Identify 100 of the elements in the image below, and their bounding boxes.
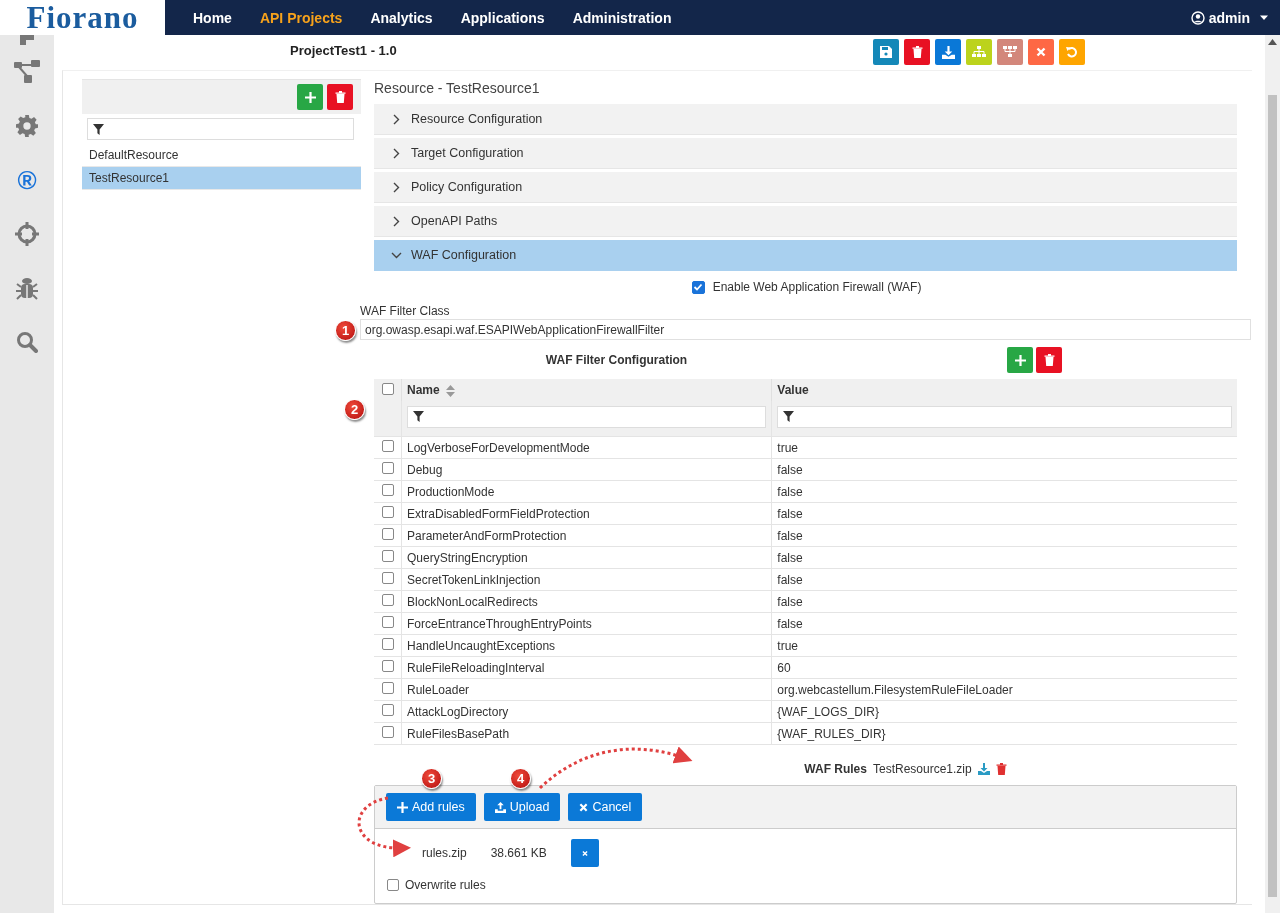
chevron-right-icon xyxy=(391,181,402,193)
row-checkbox[interactable] xyxy=(381,572,394,584)
resource-item[interactable]: TestResource1 xyxy=(82,167,361,190)
hierarchy-icon xyxy=(1003,46,1017,58)
filter-field[interactable] xyxy=(407,405,767,428)
table-cell: true xyxy=(771,634,1237,657)
row-checkbox[interactable] xyxy=(381,528,394,540)
hierarchy-button[interactable] xyxy=(997,39,1023,65)
crosshair-icon xyxy=(15,222,39,246)
filter-class-field[interactable]: org.owasp.esapi.waf.ESAPIWebApplicationFirewallFilter xyxy=(360,319,1251,340)
nav-link[interactable]: API Projects xyxy=(245,9,357,26)
download-icon xyxy=(941,45,955,59)
table-cell: false xyxy=(771,524,1237,547)
accordion-header[interactable]: Policy Configuration xyxy=(374,172,1237,203)
select-all-checkbox[interactable] xyxy=(381,382,394,395)
close-button[interactable] xyxy=(1028,39,1054,65)
nav-link[interactable]: Administration xyxy=(558,9,686,26)
nav-link[interactable]: Applications xyxy=(446,9,559,26)
download-icon[interactable] xyxy=(977,763,990,775)
bug-icon xyxy=(16,276,38,300)
accordion-header[interactable]: OpenAPI Paths xyxy=(374,206,1237,237)
filter-field[interactable] xyxy=(87,118,354,140)
column-header[interactable]: Name xyxy=(401,379,772,401)
chevron-right-icon xyxy=(391,113,402,125)
table-cell: RuleLoader xyxy=(401,678,772,701)
table-cell: false xyxy=(771,546,1237,569)
delete-button[interactable] xyxy=(904,39,930,65)
callout-badge: 2 xyxy=(344,399,365,420)
filter-icon xyxy=(783,411,795,422)
overwrite-label: Overwrite rules xyxy=(405,878,486,892)
gear-icon xyxy=(16,115,38,137)
trash-icon xyxy=(1043,354,1055,366)
row-checkbox[interactable] xyxy=(381,660,394,672)
row-checkbox[interactable] xyxy=(381,594,394,606)
delete-button[interactable] xyxy=(1036,347,1062,373)
table-cell: 60 xyxy=(771,656,1237,679)
table-cell: false xyxy=(771,590,1237,613)
trash-icon[interactable] xyxy=(995,763,1007,775)
plus-icon xyxy=(304,91,316,103)
upload-button[interactable]: Upload xyxy=(483,793,561,821)
table-cell: ExtraDisabledFormFieldProtection xyxy=(401,502,772,525)
close-icon xyxy=(579,802,589,812)
row-checkbox[interactable] xyxy=(381,616,394,628)
plus-icon xyxy=(397,801,408,813)
scroll-up-arrow-icon[interactable] xyxy=(1268,39,1277,45)
plus-icon xyxy=(1014,354,1026,366)
callout-badge: 3 xyxy=(421,768,442,789)
waf-checkbox-label: Enable Web Application Firewall (WAF) xyxy=(712,280,922,294)
row-checkbox[interactable] xyxy=(381,704,394,716)
undo-button[interactable] xyxy=(1059,39,1085,65)
cancel-button[interactable]: Cancel xyxy=(568,793,643,821)
chevron-right-icon xyxy=(391,147,402,159)
table-cell: RuleFileReloadingInterval xyxy=(401,656,772,679)
field-label: WAF Filter Class xyxy=(360,304,451,318)
sort-icon[interactable] xyxy=(445,384,455,397)
save-icon xyxy=(880,46,892,58)
row-checkbox[interactable] xyxy=(381,462,394,474)
accordion-header[interactable]: WAF Configuration xyxy=(374,240,1237,271)
row-checkbox[interactable] xyxy=(381,506,394,518)
add-button[interactable] xyxy=(297,84,323,110)
scrollbar[interactable] xyxy=(1265,35,1280,913)
add-button[interactable]: Add rules xyxy=(386,793,476,821)
download-button[interactable] xyxy=(935,39,961,65)
table-cell: false xyxy=(771,568,1237,591)
table-cell: LogVerboseForDevelopmentMode xyxy=(401,436,772,459)
row-checkbox[interactable] xyxy=(381,638,394,650)
row-checkbox[interactable] xyxy=(381,726,394,738)
file-size: 38.661 KB xyxy=(490,846,547,860)
filter-field[interactable] xyxy=(777,405,1232,428)
row-checkbox[interactable] xyxy=(381,484,394,496)
overwrite-checkbox[interactable] xyxy=(387,879,399,891)
table-cell: Debug xyxy=(401,458,772,481)
waf-checkbox[interactable] xyxy=(691,280,705,294)
remove-file-button[interactable] xyxy=(570,839,599,867)
trash-icon xyxy=(911,46,923,58)
logo[interactable]: Fiorano xyxy=(0,0,165,35)
user-icon xyxy=(1190,10,1205,25)
table-cell: {WAF_RULES_DIR} xyxy=(771,722,1237,745)
table-cell: SecretTokenLinkInjection xyxy=(401,568,772,591)
accordion-header[interactable]: Target Configuration xyxy=(374,138,1237,169)
close-icon xyxy=(581,848,588,858)
nav-link[interactable]: Home xyxy=(179,9,246,26)
table-cell: false xyxy=(771,458,1237,481)
row-checkbox[interactable] xyxy=(381,440,394,452)
sidebar-item[interactable]: ® xyxy=(0,153,54,207)
user-name[interactable]: admin xyxy=(1208,9,1250,26)
accordion-header[interactable]: Resource Configuration xyxy=(374,104,1237,135)
row-checkbox[interactable] xyxy=(381,550,394,562)
add-button[interactable] xyxy=(1007,347,1033,373)
row-checkbox[interactable] xyxy=(381,682,394,694)
table-cell: QueryStringEncryption xyxy=(401,546,772,569)
search-icon xyxy=(16,331,38,353)
close-icon xyxy=(1036,47,1046,57)
table-cell: {WAF_LOGS_DIR} xyxy=(771,700,1237,723)
waf-rules-label: WAF Rules xyxy=(804,762,867,776)
filter-icon xyxy=(413,411,424,422)
nav-link[interactable]: Analytics xyxy=(356,9,447,26)
delete-button[interactable] xyxy=(327,84,353,110)
file-name: rules.zip xyxy=(422,846,467,860)
save-button[interactable] xyxy=(873,39,899,65)
